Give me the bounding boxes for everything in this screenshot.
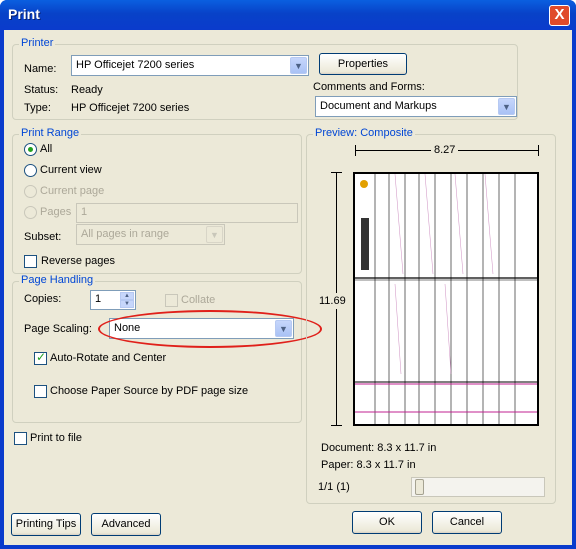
status-value: Ready: [71, 84, 103, 96]
collate-checkbox[interactable]: [165, 294, 178, 307]
chevron-down-icon: ▼: [290, 57, 307, 74]
printing-tips-button[interactable]: Printing Tips: [11, 513, 81, 536]
page-preview: [353, 172, 539, 426]
collate-label: Collate: [181, 294, 216, 306]
subset-select[interactable]: All pages in range ▼: [76, 224, 225, 245]
print-range-group-label: Print Range: [19, 127, 82, 139]
paper-source-checkbox[interactable]: [34, 385, 47, 398]
document-size: Document: 8.3 x 11.7 in: [321, 442, 437, 454]
radio-current-view[interactable]: [24, 164, 37, 177]
properties-button[interactable]: Properties: [319, 53, 407, 75]
print-to-file-label: Print to file: [30, 432, 82, 444]
window-title: Print: [8, 6, 40, 22]
print-to-file-checkbox[interactable]: [14, 432, 27, 445]
auto-rotate-checkbox[interactable]: ✓: [34, 350, 47, 365]
radio-pages[interactable]: [24, 206, 37, 219]
radio-pages-label: Pages: [40, 206, 72, 218]
comments-forms-label: Comments and Forms:: [313, 81, 425, 93]
radio-all[interactable]: [24, 143, 37, 156]
spin-up-icon[interactable]: ▲: [120, 292, 134, 300]
width-dimension-tick-left: [355, 145, 356, 156]
cancel-button[interactable]: Cancel: [432, 511, 502, 534]
advanced-button[interactable]: Advanced: [91, 513, 161, 536]
print-range-group: Print Range All Current view Current pag…: [12, 127, 302, 274]
page-handling-group-label: Page Handling: [19, 274, 96, 286]
preview-group: Preview: Composite 8.27 11.69 Document: …: [306, 127, 556, 504]
preview-height: 11.69: [319, 293, 346, 309]
pages-input[interactable]: 1: [76, 203, 298, 223]
width-dimension-tick-right: [538, 145, 539, 156]
page-scaling-label: Page Scaling:: [24, 323, 92, 335]
page-slider[interactable]: [411, 477, 545, 497]
copies-value: 1: [95, 293, 102, 305]
comments-forms-select[interactable]: Document and Markups ▼: [315, 96, 517, 117]
print-dialog: Print X Printer Name: HP Officejet 7200 …: [0, 0, 576, 549]
subset-label: Subset:: [24, 231, 62, 243]
reverse-pages-label: Reverse pages: [41, 255, 115, 267]
printer-group-label: Printer: [19, 37, 56, 49]
reverse-pages-checkbox[interactable]: [24, 255, 37, 268]
page-counter: 1/1 (1): [318, 481, 350, 493]
radio-all-label: All: [40, 143, 53, 155]
subset-value: All pages in range: [81, 228, 170, 240]
preview-group-label: Preview: Composite: [313, 127, 415, 139]
height-dimension-tick-bottom: [331, 425, 342, 426]
printer-group: Printer Name: HP Officejet 7200 series ▼…: [12, 37, 518, 120]
copies-stepper[interactable]: 1 ▲ ▼: [90, 290, 136, 310]
page-slider-thumb[interactable]: [415, 479, 424, 495]
preview-width: 8.27: [431, 144, 459, 156]
comments-forms-value: Document and Markups: [320, 100, 437, 112]
radio-current-view-label: Current view: [40, 164, 102, 176]
copies-label: Copies:: [24, 293, 62, 305]
radio-current-page-label: Current page: [40, 185, 105, 197]
name-label: Name:: [24, 63, 57, 75]
type-label: Type:: [24, 102, 51, 114]
printer-name-select[interactable]: HP Officejet 7200 series ▼: [71, 55, 309, 76]
height-dimension-tick-top: [331, 172, 342, 173]
paper-source-label: Choose Paper Source by PDF page size: [50, 385, 249, 397]
printer-name-value: HP Officejet 7200 series: [76, 59, 195, 71]
ok-button[interactable]: OK: [352, 511, 422, 534]
dialog-body: Printer Name: HP Officejet 7200 series ▼…: [4, 30, 572, 545]
chevron-down-icon: ▼: [498, 98, 515, 115]
spin-down-icon[interactable]: ▼: [120, 300, 134, 308]
page-scaling-highlight-ellipse: [98, 310, 322, 348]
chevron-down-icon: ▼: [206, 226, 223, 243]
status-label: Status:: [24, 84, 59, 96]
paper-size: Paper: 8.3 x 11.7 in: [321, 459, 416, 471]
page-handling-group: Page Handling Copies: 1 ▲ ▼ Collate Page…: [12, 274, 322, 423]
close-button[interactable]: X: [549, 5, 570, 26]
auto-rotate-label: Auto-Rotate and Center: [50, 352, 167, 364]
title-bar[interactable]: Print X: [0, 0, 576, 30]
type-value: HP Officejet 7200 series: [71, 102, 190, 114]
radio-current-page[interactable]: [24, 185, 37, 198]
page-preview-content: [355, 174, 537, 424]
